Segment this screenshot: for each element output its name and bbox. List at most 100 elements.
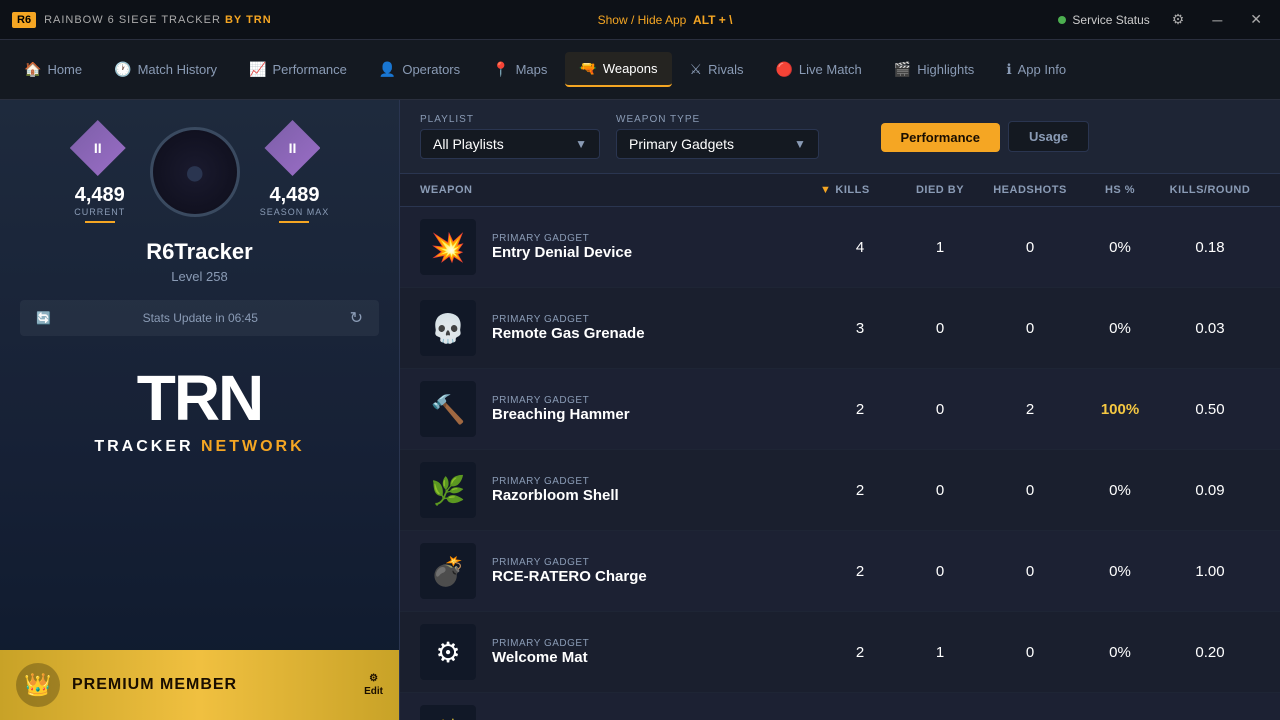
rank-season-label: SEASON MAX	[260, 207, 330, 217]
table-row: 💥 Primary Gadget Entry Denial Device 4 1…	[400, 207, 1280, 288]
weapon-type-value: Primary Gadgets	[629, 136, 734, 152]
stat-hs-percent: 0%	[1080, 239, 1160, 256]
stat-kills-round: 0.18	[1160, 239, 1260, 256]
weapon-icon: 💣	[420, 543, 476, 599]
table-header: Weapon ▼ Kills Died By Headshots HS % Ki…	[400, 174, 1280, 207]
stat-headshots: 0	[980, 320, 1080, 337]
rank-season-icon: II	[264, 120, 324, 180]
nav-highlights[interactable]: 🎬 Highlights	[880, 53, 989, 86]
usage-view-button[interactable]: Usage	[1008, 121, 1089, 152]
rank-section: II 4,489 CURRENT ● II 4,489 SEASON MAX	[20, 120, 379, 223]
rank-current-icon: II	[70, 120, 130, 180]
stat-kills: 2	[820, 563, 900, 580]
stat-kills: 2	[820, 401, 900, 418]
th-kills[interactable]: ▼ Kills	[820, 184, 900, 196]
show-hide-label: Show / Hide App	[598, 13, 687, 27]
content-area: Playlist All Playlists ▼ Weapon Type Pri…	[400, 100, 1280, 720]
weapon-cell: ✨ Primary Gadget Cluster Charge	[420, 705, 820, 720]
table-row: 🌿 Primary Gadget Razorbloom Shell 2 0 0 …	[400, 450, 1280, 531]
title-bar: R6 RAINBOW 6 SIEGE TRACKER by TRN Show /…	[0, 0, 1280, 40]
service-status-label: Service Status	[1072, 13, 1149, 27]
nav-home-label: Home	[47, 62, 82, 77]
stat-died-by: 0	[900, 320, 980, 337]
stat-hs-percent: 0%	[1080, 563, 1160, 580]
edit-button[interactable]: ⚙ Edit	[364, 673, 383, 697]
weapon-cell: 🌿 Primary Gadget Razorbloom Shell	[420, 462, 820, 518]
rank-season-underline	[279, 221, 309, 223]
table-row: ✨ Primary Gadget Cluster Charge 1 0 0 0%…	[400, 693, 1280, 720]
th-hs-percent[interactable]: HS %	[1080, 184, 1160, 196]
nav-home[interactable]: 🏠 Home	[10, 53, 96, 86]
stat-headshots: 0	[980, 563, 1080, 580]
weapon-cell: 💥 Primary Gadget Entry Denial Device	[420, 219, 820, 275]
weapon-icon: ⚙	[420, 624, 476, 680]
stat-died-by: 0	[900, 482, 980, 499]
th-headshots[interactable]: Headshots	[980, 184, 1080, 196]
weapon-icon: ✨	[420, 705, 476, 720]
weapon-icon: 💀	[420, 300, 476, 356]
rivals-icon: ⚔	[690, 61, 703, 78]
status-dot	[1058, 16, 1066, 24]
live-match-icon: 🔴	[775, 61, 792, 78]
weapon-type: Primary Gadget	[492, 233, 632, 244]
operators-icon: 👤	[379, 61, 396, 78]
home-icon: 🏠	[24, 61, 41, 78]
weapons-table: Weapon ▼ Kills Died By Headshots HS % Ki…	[400, 174, 1280, 720]
minimize-button[interactable]: ─	[1206, 10, 1228, 30]
title-bar-left: R6 RAINBOW 6 SIEGE TRACKER by TRN	[12, 12, 272, 28]
app-info-icon: ℹ	[1006, 61, 1011, 78]
weapon-type: Primary Gadget	[492, 557, 647, 568]
settings-button[interactable]: ⚙	[1166, 9, 1191, 30]
maps-icon: 📍	[492, 61, 509, 78]
filters-bar: Playlist All Playlists ▼ Weapon Type Pri…	[400, 100, 1280, 174]
premium-bar: 👑 PREMIUM MEMBER ⚙ Edit	[0, 650, 399, 720]
performance-view-button[interactable]: Performance	[881, 123, 1000, 152]
th-kills-round[interactable]: Kills/Round	[1160, 184, 1260, 196]
nav-performance[interactable]: 📈 Performance	[235, 53, 361, 86]
main-layout: II 4,489 CURRENT ● II 4,489 SEASON MAX	[0, 100, 1280, 720]
weapon-name: Welcome Mat	[492, 649, 589, 666]
nav-match-history[interactable]: 🕐 Match History	[100, 53, 231, 86]
weapon-cell: ⚙ Primary Gadget Welcome Mat	[420, 624, 820, 680]
premium-label: PREMIUM MEMBER	[72, 676, 352, 694]
table-row: 💀 Primary Gadget Remote Gas Grenade 3 0 …	[400, 288, 1280, 369]
weapon-info: Primary Gadget Breaching Hammer	[492, 395, 630, 423]
stat-hs-percent: 0%	[1080, 482, 1160, 499]
nav-maps[interactable]: 📍 Maps	[478, 53, 561, 86]
weapon-type: Primary Gadget	[492, 314, 645, 325]
th-died-by[interactable]: Died By	[900, 184, 980, 196]
weapon-name: Remote Gas Grenade	[492, 325, 645, 342]
close-button[interactable]: ✕	[1244, 9, 1268, 30]
nav-operators[interactable]: 👤 Operators	[365, 53, 474, 86]
nav-weapons-label: Weapons	[603, 61, 658, 76]
shortcut-label: ALT + \	[693, 13, 732, 27]
nav-live-match[interactable]: 🔴 Live Match	[761, 53, 875, 86]
trn-network: NETWORK	[201, 438, 305, 455]
weapon-type-select[interactable]: Primary Gadgets ▼	[616, 129, 819, 159]
service-status: Service Status	[1058, 13, 1149, 27]
stat-headshots: 0	[980, 644, 1080, 661]
level: Level 258	[171, 269, 227, 284]
rank-diamond-current: II	[70, 120, 126, 176]
weapon-name: Entry Denial Device	[492, 244, 632, 261]
refresh-button[interactable]: ↻	[350, 308, 363, 328]
nav-app-info[interactable]: ℹ App Info	[992, 53, 1080, 86]
nav-weapons[interactable]: 🔫 Weapons	[565, 52, 671, 87]
nav-bar: 🏠 Home 🕐 Match History 📈 Performance 👤 O…	[0, 40, 1280, 100]
username: R6Tracker	[146, 239, 252, 265]
playlist-select[interactable]: All Playlists ▼	[420, 129, 600, 159]
stat-kills: 3	[820, 320, 900, 337]
weapon-type-filter: Weapon Type Primary Gadgets ▼	[616, 114, 819, 159]
weapon-info: Primary Gadget Welcome Mat	[492, 638, 589, 666]
weapon-type: Primary Gadget	[492, 395, 630, 406]
trn-logo-section: TRN TRACKER NETWORK	[94, 366, 304, 456]
weapon-info: Primary Gadget RCE-RATERO Charge	[492, 557, 647, 585]
nav-rivals[interactable]: ⚔ Rivals	[676, 53, 758, 86]
weapon-icon: 💥	[420, 219, 476, 275]
sort-arrow: ▼	[820, 184, 831, 196]
stat-kills: 2	[820, 482, 900, 499]
stat-kills-round: 0.09	[1160, 482, 1260, 499]
weapon-type: Primary Gadget	[492, 638, 589, 649]
app-title: RAINBOW 6 SIEGE TRACKER by TRN	[44, 14, 272, 26]
stat-headshots: 2	[980, 401, 1080, 418]
